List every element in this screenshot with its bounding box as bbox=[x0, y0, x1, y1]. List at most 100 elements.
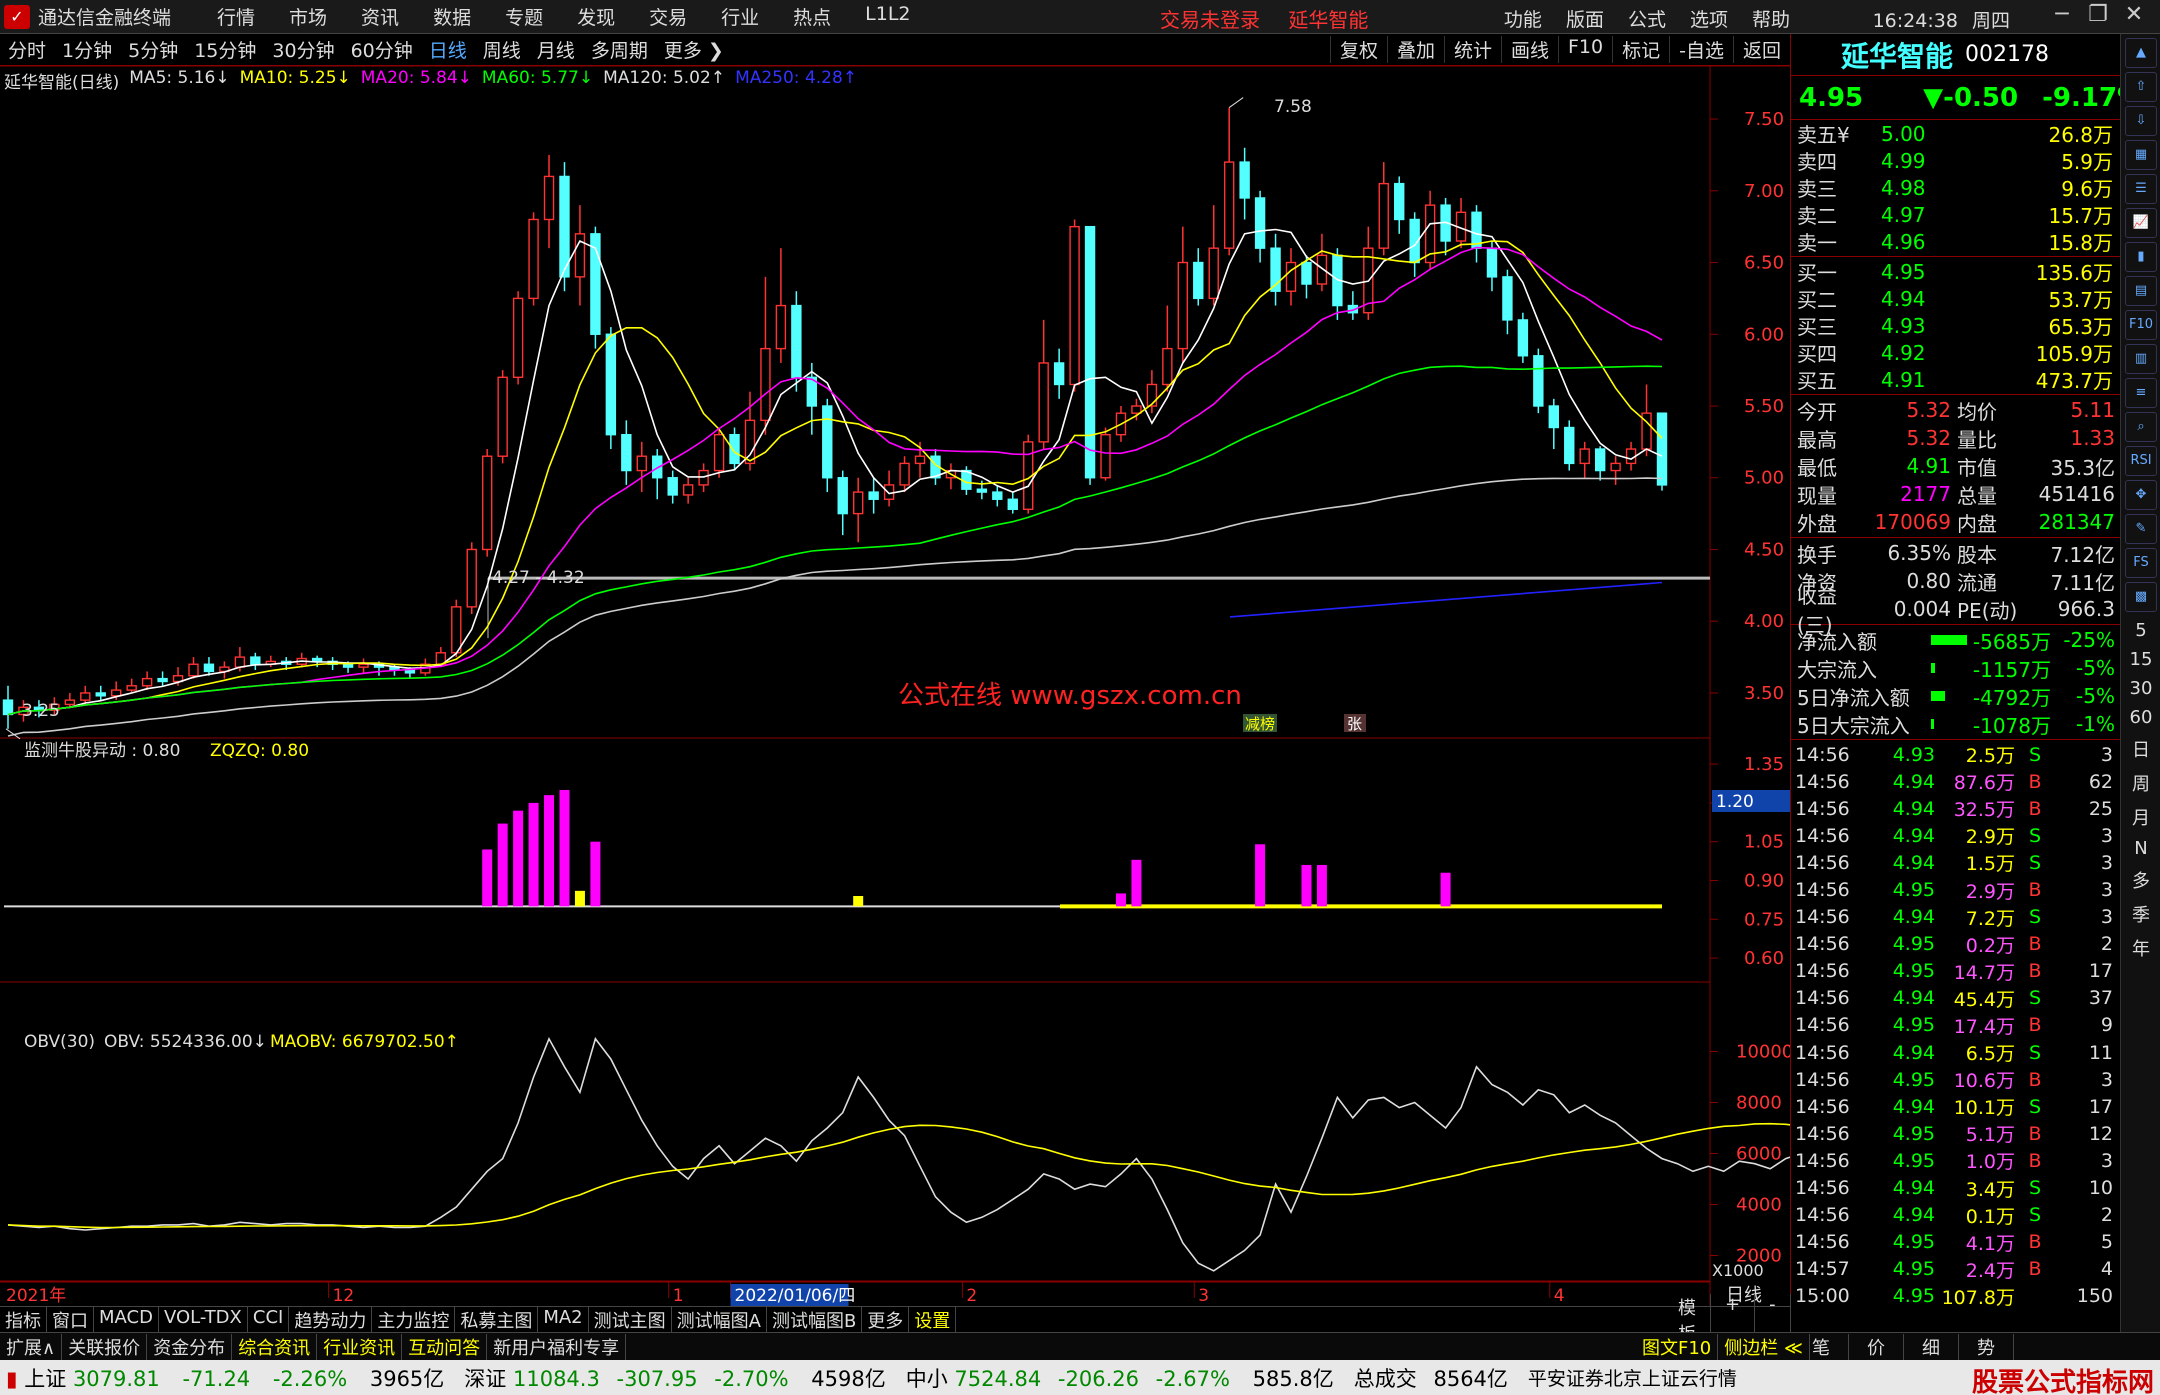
period-shortcut-1[interactable]: 周 bbox=[2121, 770, 2160, 796]
candle[interactable] bbox=[1440, 197, 1451, 256]
quote-mode-tab-0[interactable]: 笔 bbox=[1794, 1333, 1849, 1360]
search-icon[interactable]: ⌕ bbox=[2125, 412, 2157, 442]
bar-icon[interactable]: ▥ bbox=[2125, 344, 2157, 374]
candle[interactable] bbox=[1084, 225, 1096, 485]
tick-row[interactable]: 14:56 4.94 3.4万 S 10 bbox=[1791, 1175, 2120, 1202]
indicator-tab-10[interactable]: 测试幅图A bbox=[672, 1306, 767, 1333]
candle[interactable] bbox=[1378, 162, 1389, 256]
candle[interactable] bbox=[1208, 205, 1219, 306]
tick-row[interactable]: 14:56 4.94 87.6万 B 62 bbox=[1791, 768, 2120, 795]
candle[interactable] bbox=[1023, 434, 1034, 514]
candle[interactable] bbox=[760, 276, 771, 435]
candle[interactable] bbox=[1285, 248, 1297, 306]
period-tab-3[interactable]: 15分钟 bbox=[186, 36, 264, 63]
candle[interactable] bbox=[188, 657, 199, 679]
tick-row[interactable]: 14:56 4.95 5.1万 B 12 bbox=[1791, 1120, 2120, 1147]
indicator-tab-3[interactable]: VOL-TDX bbox=[159, 1306, 248, 1333]
menu-item-3[interactable]: 数据 bbox=[433, 3, 471, 30]
candle[interactable] bbox=[574, 205, 586, 306]
candle[interactable] bbox=[296, 652, 307, 668]
candle[interactable] bbox=[1053, 348, 1065, 399]
candle[interactable] bbox=[512, 291, 524, 385]
bid-row[interactable]: 买三 4.93 65.3万 bbox=[1791, 312, 2120, 340]
tool-button-4[interactable]: F10 bbox=[1558, 36, 1612, 63]
tick-row[interactable]: 14:56 4.93 2.5万 S 3 bbox=[1791, 741, 2120, 768]
period-tab-0[interactable]: 分时 bbox=[0, 36, 54, 63]
bid-row[interactable]: 买一 4.95 135.6万 bbox=[1791, 258, 2120, 286]
tick-row[interactable]: 14:56 4.94 32.5万 B 25 bbox=[1791, 795, 2120, 822]
tick-row[interactable]: 14:56 4.94 10.1万 S 17 bbox=[1791, 1093, 2120, 1120]
ask-row[interactable]: 卖五¥ 5.00 26.8万 bbox=[1791, 120, 2120, 148]
candle[interactable] bbox=[883, 470, 895, 507]
right-menu-item-2[interactable]: 公式 bbox=[1628, 5, 1666, 32]
tick-row[interactable]: 14:57 4.95 2.4万 B 4 bbox=[1791, 1256, 2120, 1283]
indicator-tab-1[interactable]: 窗口 bbox=[47, 1306, 94, 1333]
tick-row[interactable]: 14:56 4.95 0.2万 B 2 bbox=[1791, 931, 2120, 958]
tool-button-7[interactable]: 返回 bbox=[1732, 36, 1790, 63]
right-menu-item-3[interactable]: 选项 bbox=[1690, 5, 1728, 32]
period-shortcut-6[interactable]: 年 bbox=[2121, 935, 2160, 961]
candle[interactable] bbox=[729, 427, 740, 471]
tool-button-5[interactable]: 标记 bbox=[1612, 36, 1669, 63]
period-tab-7[interactable]: 周线 bbox=[475, 36, 529, 63]
candle[interactable] bbox=[652, 449, 663, 500]
right-menu-item-1[interactable]: 版面 bbox=[1566, 5, 1604, 32]
candle[interactable] bbox=[141, 671, 153, 691]
pen-icon[interactable]: ✎ bbox=[2125, 514, 2157, 544]
candle[interactable] bbox=[1641, 384, 1652, 457]
indicator-tab-8[interactable]: MA2 bbox=[538, 1306, 589, 1333]
candle[interactable] bbox=[1007, 492, 1018, 514]
indicator-tab-2[interactable]: MACD bbox=[94, 1306, 159, 1333]
candle[interactable] bbox=[667, 470, 678, 504]
candle[interactable] bbox=[1239, 147, 1250, 220]
candle[interactable] bbox=[1038, 319, 1049, 450]
candle[interactable] bbox=[1254, 190, 1266, 263]
tick-row[interactable]: 14:56 4.94 1.5万 S 3 bbox=[1791, 849, 2120, 876]
tick-row[interactable]: 14:56 4.95 10.6万 B 3 bbox=[1791, 1066, 2120, 1093]
f10-icon[interactable]: F10 bbox=[2125, 310, 2157, 340]
index-sz[interactable]: 深证 11084.3 -307.95 -2.70% 4598亿 bbox=[464, 1363, 885, 1393]
candle[interactable] bbox=[868, 477, 879, 514]
candle[interactable] bbox=[621, 420, 632, 485]
info-tab-1[interactable]: 关联报价 bbox=[62, 1333, 148, 1360]
candle[interactable] bbox=[1548, 398, 1559, 450]
candle[interactable] bbox=[466, 542, 477, 615]
candle[interactable] bbox=[899, 456, 910, 493]
info-right-tab-0[interactable]: 图文F10 bbox=[1636, 1333, 1719, 1360]
candle[interactable] bbox=[64, 692, 76, 708]
candle[interactable] bbox=[126, 678, 137, 693]
tool-button-2[interactable]: 统计 bbox=[1443, 36, 1501, 63]
quote-mode-tab-1[interactable]: 价 bbox=[1849, 1333, 1904, 1360]
period-shortcut-4[interactable]: 多 bbox=[2121, 867, 2160, 893]
tick-list[interactable]: 14:56 4.93 2.5万 S 3 14:56 4.94 87.6万 B 62 14:56 4.9… bbox=[1791, 741, 2120, 1310]
candle[interactable] bbox=[80, 685, 91, 705]
tick-row[interactable]: 14:56 4.95 17.4万 B 9 bbox=[1791, 1012, 2120, 1039]
candle[interactable] bbox=[1069, 219, 1080, 392]
candle-icon[interactable]: ▮ bbox=[2125, 242, 2157, 272]
indicator-tab-0[interactable]: 指标 bbox=[0, 1306, 47, 1333]
indicator-tab-11[interactable]: 测试幅图B bbox=[767, 1306, 863, 1333]
index-zx[interactable]: 中小 7524.84 -206.26 -2.67% 585.8亿 bbox=[906, 1363, 1334, 1393]
candle[interactable] bbox=[157, 671, 168, 686]
candle[interactable] bbox=[1316, 233, 1328, 292]
candle[interactable] bbox=[1579, 441, 1590, 478]
minute-period-0[interactable]: 5 bbox=[2121, 620, 2160, 641]
candle[interactable] bbox=[837, 470, 848, 536]
grid-icon[interactable]: ▦ bbox=[2125, 140, 2157, 170]
period-tab-1[interactable]: 1分钟 bbox=[54, 36, 120, 63]
candle[interactable] bbox=[528, 212, 539, 306]
menu-item-1[interactable]: 市场 bbox=[289, 3, 327, 30]
tick-row[interactable]: 14:56 4.94 45.4万 S 37 bbox=[1791, 985, 2120, 1012]
candle[interactable] bbox=[559, 162, 570, 292]
minute-period-2[interactable]: 30 bbox=[2121, 678, 2160, 699]
ask-row[interactable]: 卖三 4.98 9.6万 bbox=[1791, 174, 2120, 202]
tick-row[interactable]: 14:56 4.95 1.0万 B 3 bbox=[1791, 1147, 2120, 1174]
menu-item-7[interactable]: 行业 bbox=[721, 3, 759, 30]
rsi-icon[interactable]: RSI bbox=[2125, 446, 2157, 476]
period-shortcut-5[interactable]: 季 bbox=[2121, 901, 2160, 927]
restore-icon[interactable]: ❐ bbox=[2080, 2, 2116, 27]
menu-item-8[interactable]: 热点 bbox=[793, 3, 831, 30]
quote-mode-tab-2[interactable]: 细 bbox=[1904, 1333, 1959, 1360]
menu-item-9[interactable]: L1L2 bbox=[865, 3, 910, 30]
tick-row[interactable]: 14:56 4.94 7.2万 S 3 bbox=[1791, 904, 2120, 931]
